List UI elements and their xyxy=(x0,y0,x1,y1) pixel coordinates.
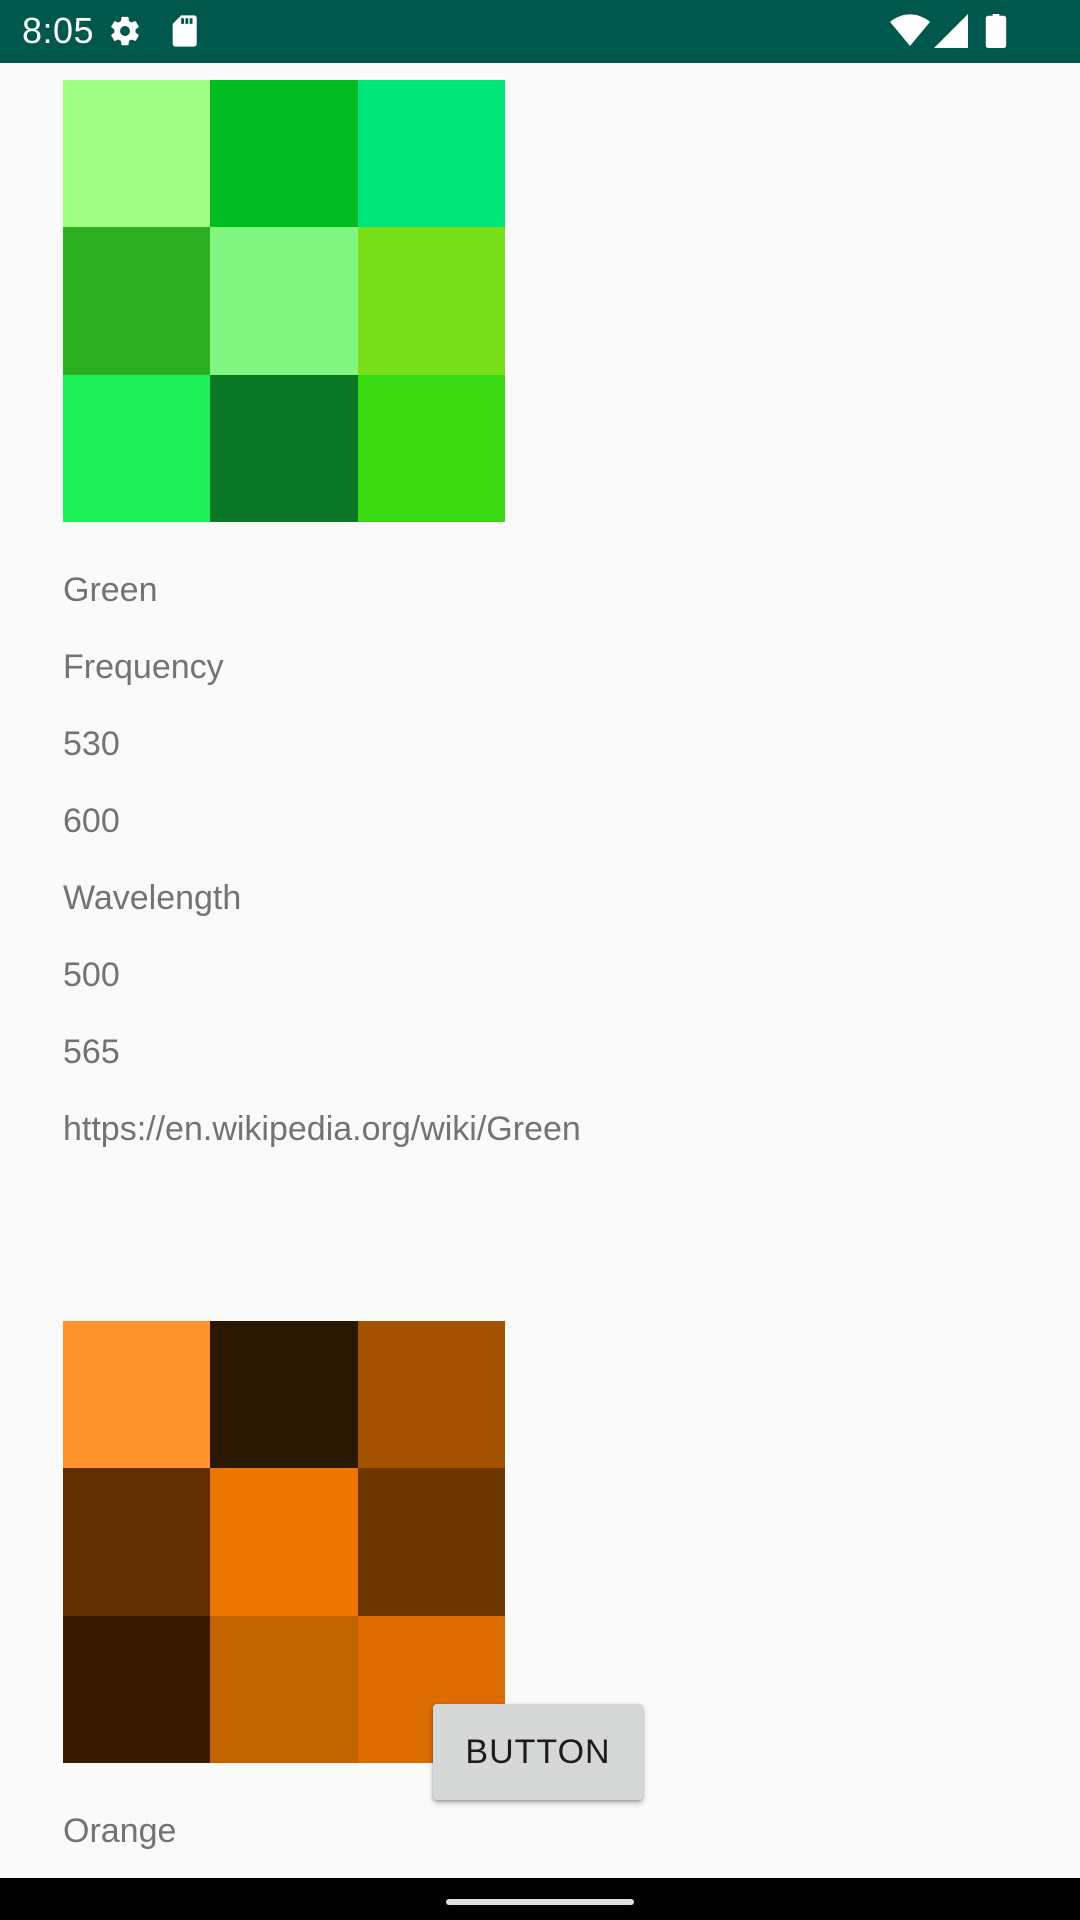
frequency-max: 600 xyxy=(63,802,120,840)
swatch-cell xyxy=(357,227,505,375)
swatch-cell xyxy=(210,1615,358,1763)
swatch-cell xyxy=(210,227,358,375)
swatch-cell xyxy=(210,1321,358,1469)
swatch-cell xyxy=(357,374,505,522)
swatch-cell xyxy=(357,80,505,228)
wavelength-label: Wavelength xyxy=(63,879,242,917)
wavelength-min: 500 xyxy=(63,956,120,994)
green-swatch-grid xyxy=(63,80,505,522)
color-name: Orange xyxy=(63,1812,177,1850)
swatch-cell xyxy=(63,374,211,522)
swatch-cell xyxy=(210,374,358,522)
color-list[interactable]: Green Frequency 530 600 Wavelength 500 5… xyxy=(0,63,1080,1878)
wavelength-max: 565 xyxy=(63,1033,120,1071)
sd-card-icon xyxy=(172,15,197,47)
status-bar: 8:05 xyxy=(0,0,1080,63)
color-name: Green xyxy=(63,571,158,609)
gear-icon xyxy=(111,16,139,46)
swatch-cell xyxy=(63,1615,211,1763)
home-gesture-handle[interactable] xyxy=(446,1899,634,1905)
swatch-cell xyxy=(210,80,358,228)
swatch-cell xyxy=(63,1321,211,1469)
swatch-cell xyxy=(357,1321,505,1469)
orange-swatch-grid xyxy=(63,1321,505,1763)
swatch-cell xyxy=(63,227,211,375)
wifi-icon xyxy=(890,14,930,47)
swatch-cell xyxy=(210,1468,358,1616)
wikipedia-link[interactable]: https://en.wikipedia.org/wiki/Green xyxy=(63,1109,581,1149)
frequency-label: Frequency xyxy=(63,648,224,686)
signal-icon xyxy=(934,14,968,48)
swatch-cell xyxy=(63,80,211,228)
battery-icon xyxy=(985,14,1007,48)
action-button[interactable]: BUTTON xyxy=(433,1704,643,1800)
swatch-cell xyxy=(357,1468,505,1616)
frequency-min: 530 xyxy=(63,725,120,763)
status-time: 8:05 xyxy=(22,10,95,51)
swatch-cell xyxy=(63,1468,211,1616)
